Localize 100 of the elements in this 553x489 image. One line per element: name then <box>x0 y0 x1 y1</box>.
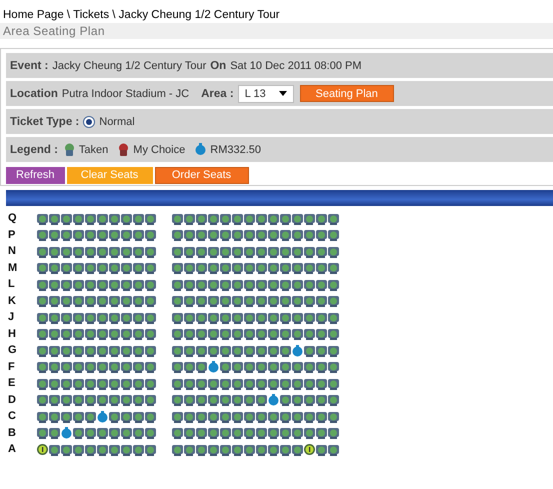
taken-seat-icon[interactable] <box>85 344 96 357</box>
taken-seat-icon[interactable] <box>292 261 303 274</box>
taken-seat-icon[interactable] <box>85 426 96 440</box>
taken-seat-icon[interactable] <box>196 310 207 324</box>
taken-seat-icon[interactable] <box>220 212 231 225</box>
taken-seat-icon[interactable] <box>316 426 327 440</box>
taken-seat-icon[interactable] <box>208 344 219 357</box>
taken-seat-icon[interactable] <box>304 344 315 357</box>
taken-seat-icon[interactable] <box>304 212 315 225</box>
taken-seat-icon[interactable] <box>37 344 48 357</box>
taken-seat-icon[interactable] <box>208 442 219 456</box>
taken-seat-icon[interactable] <box>61 212 72 225</box>
taken-seat-icon[interactable] <box>292 244 303 258</box>
taken-seat-icon[interactable] <box>220 393 231 406</box>
taken-seat-icon[interactable] <box>184 278 195 291</box>
taken-seat-icon[interactable] <box>61 278 72 291</box>
taken-seat-icon[interactable] <box>37 393 48 406</box>
taken-seat-icon[interactable] <box>61 228 72 242</box>
taken-seat-icon[interactable] <box>121 212 132 225</box>
taken-seat-icon[interactable] <box>145 228 156 242</box>
taken-seat-icon[interactable] <box>280 344 291 357</box>
taken-seat-icon[interactable] <box>133 327 144 340</box>
taken-seat-icon[interactable] <box>328 410 339 423</box>
taken-seat-icon[interactable] <box>220 294 231 308</box>
taken-seat-icon[interactable] <box>97 278 108 291</box>
taken-seat-icon[interactable] <box>73 327 84 340</box>
taken-seat-icon[interactable] <box>328 310 339 324</box>
taken-seat-icon[interactable] <box>256 344 267 357</box>
taken-seat-icon[interactable] <box>304 278 315 291</box>
taken-seat-icon[interactable] <box>196 327 207 340</box>
taken-seat-icon[interactable] <box>268 244 279 258</box>
taken-seat-icon[interactable] <box>244 261 255 274</box>
taken-seat-icon[interactable] <box>232 344 243 357</box>
taken-seat-icon[interactable] <box>184 360 195 374</box>
taken-seat-icon[interactable] <box>256 327 267 340</box>
taken-seat-icon[interactable] <box>97 426 108 440</box>
taken-seat-icon[interactable] <box>244 376 255 390</box>
taken-seat-icon[interactable] <box>316 278 327 291</box>
taken-seat-icon[interactable] <box>280 376 291 390</box>
taken-seat-icon[interactable] <box>208 212 219 225</box>
taken-seat-icon[interactable] <box>97 310 108 324</box>
taken-seat-icon[interactable] <box>37 426 48 440</box>
taken-seat-icon[interactable] <box>196 360 207 374</box>
taken-seat-icon[interactable] <box>97 261 108 274</box>
taken-seat-icon[interactable] <box>292 294 303 308</box>
taken-seat-icon[interactable] <box>292 442 303 456</box>
taken-seat-icon[interactable] <box>328 228 339 242</box>
taken-seat-icon[interactable] <box>49 426 60 440</box>
taken-seat-icon[interactable] <box>280 294 291 308</box>
taken-seat-icon[interactable] <box>49 344 60 357</box>
taken-seat-icon[interactable] <box>184 376 195 390</box>
taken-seat-icon[interactable] <box>133 426 144 440</box>
taken-seat-icon[interactable] <box>73 442 84 456</box>
taken-seat-icon[interactable] <box>304 310 315 324</box>
taken-seat-icon[interactable] <box>97 344 108 357</box>
taken-seat-icon[interactable] <box>37 212 48 225</box>
radio-button[interactable] <box>83 116 96 128</box>
taken-seat-icon[interactable] <box>244 244 255 258</box>
taken-seat-icon[interactable] <box>61 376 72 390</box>
taken-seat-icon[interactable] <box>85 244 96 258</box>
taken-seat-icon[interactable] <box>196 344 207 357</box>
taken-seat-icon[interactable] <box>109 278 120 291</box>
taken-seat-icon[interactable] <box>208 228 219 242</box>
taken-seat-icon[interactable] <box>304 410 315 423</box>
taken-seat-icon[interactable] <box>109 344 120 357</box>
taken-seat-icon[interactable] <box>61 360 72 374</box>
taken-seat-icon[interactable] <box>133 393 144 406</box>
taken-seat-icon[interactable] <box>97 244 108 258</box>
taken-seat-icon[interactable] <box>256 393 267 406</box>
taken-seat-icon[interactable] <box>220 244 231 258</box>
taken-seat-icon[interactable] <box>304 228 315 242</box>
taken-seat-icon[interactable] <box>109 310 120 324</box>
taken-seat-icon[interactable] <box>133 261 144 274</box>
taken-seat-icon[interactable] <box>133 376 144 390</box>
taken-seat-icon[interactable] <box>316 294 327 308</box>
taken-seat-icon[interactable] <box>97 393 108 406</box>
taken-seat-icon[interactable] <box>256 278 267 291</box>
taken-seat-icon[interactable] <box>316 228 327 242</box>
taken-seat-icon[interactable] <box>244 228 255 242</box>
taken-seat-icon[interactable] <box>133 212 144 225</box>
taken-seat-icon[interactable] <box>268 294 279 308</box>
taken-seat-icon[interactable] <box>172 376 183 390</box>
taken-seat-icon[interactable] <box>280 278 291 291</box>
taken-seat-icon[interactable] <box>328 244 339 258</box>
taken-seat-icon[interactable] <box>121 327 132 340</box>
taken-seat-icon[interactable] <box>97 228 108 242</box>
taken-seat-icon[interactable] <box>268 327 279 340</box>
taken-seat-icon[interactable] <box>184 310 195 324</box>
taken-seat-icon[interactable] <box>232 426 243 440</box>
taken-seat-icon[interactable] <box>121 278 132 291</box>
taken-seat-icon[interactable] <box>73 310 84 324</box>
taken-seat-icon[interactable] <box>304 261 315 274</box>
taken-seat-icon[interactable] <box>232 261 243 274</box>
taken-seat-icon[interactable] <box>220 360 231 374</box>
taken-seat-icon[interactable] <box>292 212 303 225</box>
taken-seat-icon[interactable] <box>145 393 156 406</box>
taken-seat-icon[interactable] <box>73 393 84 406</box>
taken-seat-icon[interactable] <box>280 442 291 456</box>
taken-seat-icon[interactable] <box>196 261 207 274</box>
taken-seat-icon[interactable] <box>256 426 267 440</box>
